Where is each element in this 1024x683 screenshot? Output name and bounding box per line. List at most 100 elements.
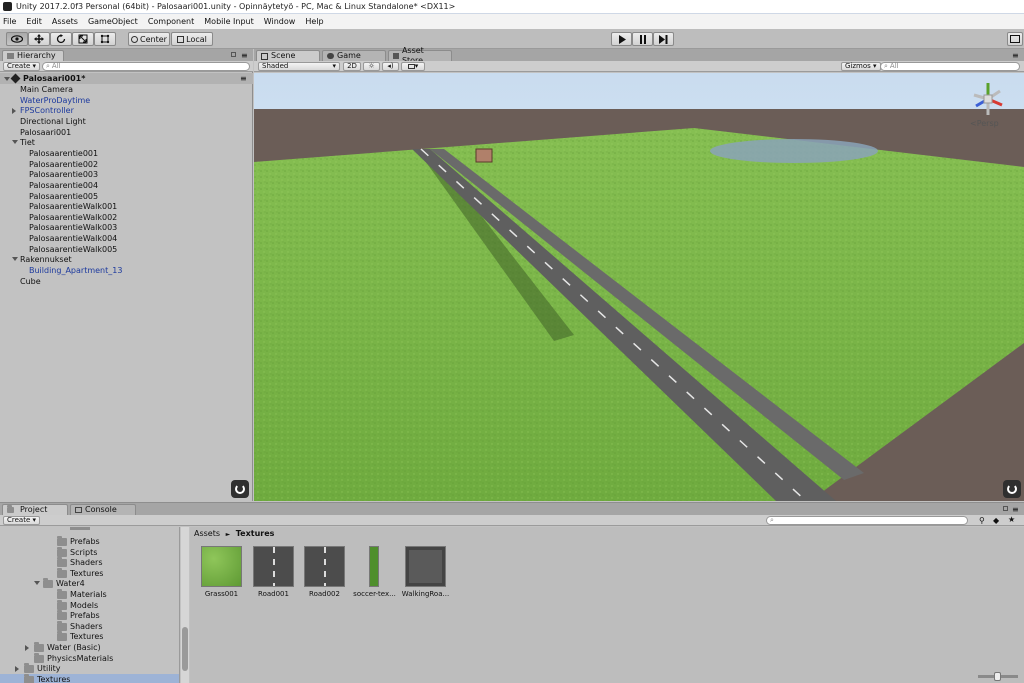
hierarchy-scene-row[interactable]: Palosaari001* ≡ — [0, 73, 253, 84]
menu-help[interactable]: Help — [305, 17, 323, 26]
hierarchy-item[interactable]: Palosaarentie005 — [0, 191, 253, 202]
hierarchy-item[interactable]: PalosaarentieWalk002 — [0, 212, 253, 223]
menu-mobile-input[interactable]: Mobile Input — [204, 17, 254, 26]
tab-hierarchy[interactable]: Hierarchy — [2, 50, 64, 61]
tab-game[interactable]: Game — [322, 50, 386, 61]
toggle-2d-button[interactable]: 2D — [343, 62, 361, 71]
filter-by-type-icon[interactable]: ⚲ — [979, 516, 985, 525]
hierarchy-item[interactable]: Palosaarentie002 — [0, 159, 253, 170]
hierarchy-item[interactable]: Rakennukset — [0, 254, 253, 265]
asset-thumbnail[interactable] — [253, 546, 294, 587]
hierarchy-item[interactable]: Main Camera — [0, 84, 253, 95]
scene-search-input[interactable]: ⌕ All — [880, 62, 1020, 71]
expanded-arrow-icon[interactable] — [12, 257, 18, 262]
project-folder-item[interactable]: Prefabs — [0, 610, 179, 621]
pause-button[interactable] — [632, 32, 653, 46]
project-tree-scrollbar[interactable] — [181, 527, 189, 683]
scene-audio-button[interactable]: ◂) — [382, 62, 399, 71]
project-folder-item[interactable]: Water4 — [0, 578, 179, 589]
hierarchy-item[interactable]: PalosaarentieWalk001 — [0, 201, 253, 212]
cloud-button[interactable] — [1007, 32, 1023, 46]
hierarchy-item[interactable]: PalosaarentieWalk003 — [0, 222, 253, 233]
hierarchy-item[interactable]: Directional Light — [0, 116, 253, 127]
filter-by-label-icon[interactable]: ◆ — [993, 516, 999, 525]
project-folder-item[interactable]: Shaders — [0, 557, 179, 568]
breadcrumb-textures[interactable]: Textures — [236, 529, 275, 538]
menu-window[interactable]: Window — [264, 17, 296, 26]
hierarchy-item[interactable]: Building_Apartment_13 — [0, 265, 253, 276]
project-folder-item[interactable]: Textures — [0, 631, 179, 642]
menu-gameobject[interactable]: GameObject — [88, 17, 138, 26]
tab-scene[interactable]: Scene — [256, 50, 320, 61]
project-menu-icon[interactable]: ≡ — [1012, 505, 1019, 514]
project-folder-item[interactable]: Textures — [0, 567, 179, 579]
hierarchy-item[interactable]: PalosaarentieWalk004 — [0, 233, 253, 244]
project-create-dropdown[interactable]: Create ▾ — [3, 516, 41, 525]
project-folder-item[interactable]: Prefabs — [0, 536, 179, 547]
panel-menu-icon[interactable]: ≡ — [241, 51, 248, 60]
collapsed-arrow-icon[interactable] — [15, 666, 19, 673]
hierarchy-item[interactable]: WaterProDaytime — [0, 95, 253, 106]
project-folder-item[interactable]: PhysicsMaterials — [0, 652, 179, 664]
scene-refresh-icon[interactable] — [1003, 480, 1021, 498]
move-tool-button[interactable] — [28, 32, 50, 46]
project-search-input[interactable]: ⌕ — [766, 516, 968, 525]
hierarchy-item[interactable]: PalosaarentieWalk005 — [0, 244, 253, 255]
menu-component[interactable]: Component — [148, 17, 194, 26]
pivot-local-button[interactable]: Local — [171, 32, 213, 46]
scene-effects-dropdown[interactable]: ▾ — [401, 62, 425, 71]
scene-lighting-button[interactable]: ☼ — [363, 62, 380, 71]
collapsed-arrow-icon[interactable] — [12, 108, 16, 115]
hierarchy-item[interactable]: Palosaari001 — [0, 127, 253, 138]
menu-file[interactable]: File — [3, 17, 16, 26]
hierarchy-refresh-icon[interactable] — [231, 480, 249, 498]
tab-console[interactable]: Console — [70, 504, 136, 515]
asset-size-slider[interactable] — [978, 672, 1018, 681]
project-folder-item[interactable]: Scripts — [0, 546, 179, 558]
collapsed-arrow-icon[interactable] — [25, 645, 29, 651]
hierarchy-item[interactable]: Palosaarentie003 — [0, 169, 253, 180]
asset-thumbnail[interactable] — [354, 546, 395, 587]
hierarchy-item[interactable]: FPSController — [0, 105, 253, 116]
scene-viewport[interactable]: <Persp — [254, 73, 1024, 501]
draw-mode-dropdown[interactable]: Shaded ▾ — [258, 62, 340, 71]
asset-size-slider-thumb[interactable] — [994, 672, 1001, 681]
project-folder-item[interactable]: Materials — [0, 589, 179, 600]
asset-thumbnail[interactable] — [304, 546, 345, 587]
project-folder-item[interactable]: Shaders — [0, 620, 179, 632]
hierarchy-item[interactable]: Cube — [0, 276, 253, 287]
hierarchy-search-input[interactable]: ⌕ All — [42, 62, 250, 71]
rect-tool-button[interactable] — [94, 32, 116, 46]
project-folder-item[interactable]: Models — [0, 599, 179, 611]
project-folder-item[interactable]: Water (Basic) — [0, 642, 179, 653]
favorite-star-icon[interactable]: ★ — [1008, 515, 1015, 524]
scale-tool-button[interactable] — [72, 32, 94, 46]
gizmos-dropdown[interactable]: Gizmos ▾ — [841, 62, 881, 71]
tab-project[interactable]: Project — [2, 504, 68, 515]
project-folder-item[interactable]: Utility — [0, 663, 179, 674]
scene-view-render[interactable] — [254, 73, 1024, 501]
expanded-arrow-icon[interactable] — [34, 581, 40, 586]
expanded-arrow-icon[interactable] — [12, 140, 18, 145]
asset-thumbnail[interactable] — [201, 546, 242, 587]
menu-assets[interactable]: Assets — [52, 17, 78, 26]
project-tree-scrollbar-thumb[interactable] — [182, 627, 188, 671]
orientation-gizmo-icon[interactable] — [966, 79, 1010, 119]
tab-asset-store[interactable]: Asset Store — [388, 46, 452, 65]
view-tool-button[interactable] — [6, 32, 28, 46]
scene-gizmo[interactable]: <Persp — [966, 79, 1010, 131]
asset-thumbnail[interactable] — [405, 546, 446, 587]
hierarchy-item[interactable]: Tiet — [0, 137, 253, 148]
project-lock-icon[interactable] — [1003, 506, 1008, 511]
play-button[interactable] — [611, 32, 632, 46]
step-button[interactable] — [653, 32, 674, 46]
rotate-tool-button[interactable] — [50, 32, 72, 46]
menu-edit[interactable]: Edit — [26, 17, 42, 26]
hierarchy-item[interactable]: Palosaarentie001 — [0, 148, 253, 159]
scene-panel-menu-icon[interactable]: ≡ — [1012, 51, 1019, 60]
hierarchy-create-dropdown[interactable]: Create ▾ — [3, 62, 41, 71]
panel-lock-icon[interactable] — [231, 52, 236, 57]
breadcrumb-assets[interactable]: Assets — [194, 529, 220, 538]
hierarchy-item[interactable]: Palosaarentie004 — [0, 180, 253, 191]
persp-label[interactable]: <Persp — [970, 119, 999, 128]
